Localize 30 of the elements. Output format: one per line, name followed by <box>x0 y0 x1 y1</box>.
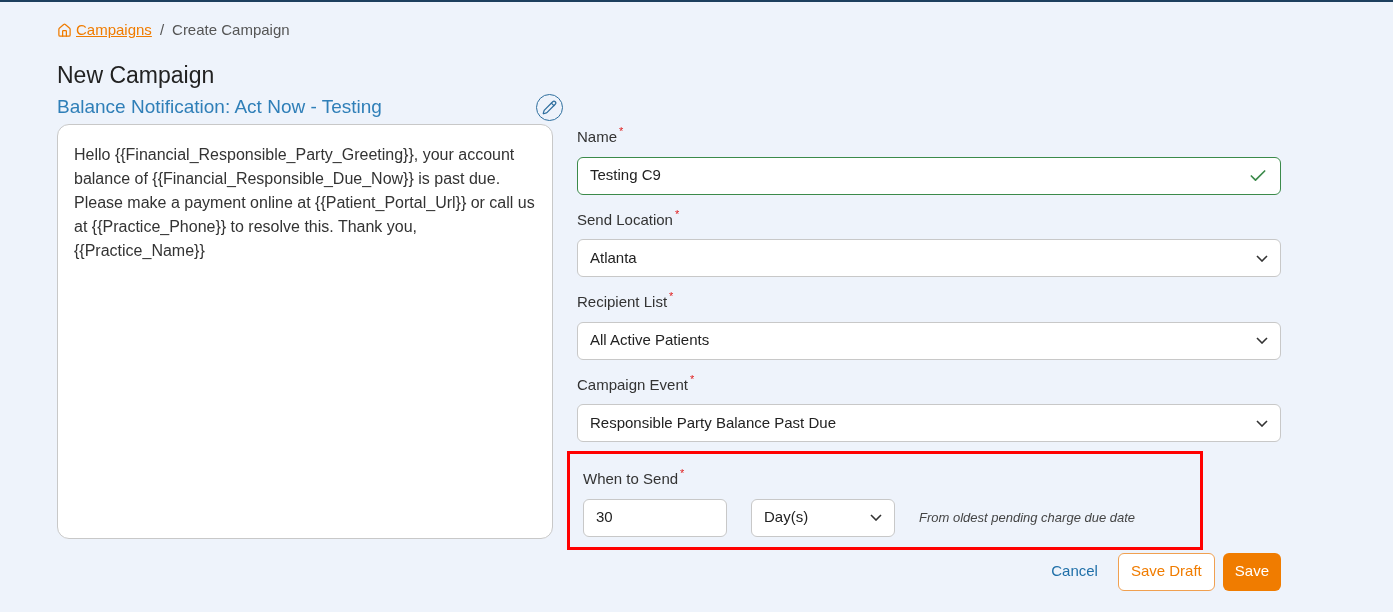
field-label: Name <box>577 127 617 147</box>
breadcrumb-current: Create Campaign <box>172 19 290 40</box>
number-field[interactable]: 30 <box>583 498 727 537</box>
field-label: When to Send <box>583 469 679 489</box>
select-field[interactable]: Day(s) <box>751 498 895 537</box>
field-label: Recipient List <box>577 292 668 312</box>
cancel-link[interactable]: Cancel <box>1039 552 1110 591</box>
required-mark: * <box>680 468 685 479</box>
pencil-icon <box>542 99 557 115</box>
chevron-down-icon <box>1256 337 1268 344</box>
home-icon <box>57 22 72 38</box>
breadcrumb-separator: / <box>159 19 165 40</box>
hint-text: From oldest pending charge due date <box>919 508 1136 527</box>
select-field[interactable]: Atlanta <box>577 239 1281 277</box>
required-mark: * <box>619 126 624 137</box>
field-label: Send Location <box>577 209 673 230</box>
campaign-name: Balance Notification: Act Now - Testing <box>57 94 382 119</box>
select-field[interactable]: All Active Patients <box>577 321 1281 360</box>
message-text: Hello {{Financial_Responsible_Party_Greeting}}, your account balance of {{Financial_Responsible_Due_Now}} is past due. Please make a payment online at {{Patient_Portal_Url}} or call us at {{Practice_Phone}} to resolve this. Thank you, {{Practice_Name}} <box>74 145 536 261</box>
select-field[interactable]: Responsible Party Balance Past Due <box>577 404 1281 442</box>
text-field[interactable]: Testing C9 <box>577 156 1281 195</box>
required-mark: * <box>689 373 695 385</box>
message-editor[interactable] <box>57 124 553 539</box>
chevron-down-icon <box>1256 254 1268 262</box>
chevron-down-icon <box>1256 419 1268 427</box>
chevron-down-icon <box>870 514 882 521</box>
required-mark: * <box>669 291 674 302</box>
field-label: Campaign Event <box>577 374 688 395</box>
required-mark: * <box>674 208 680 220</box>
page-title: New Campaign <box>57 61 216 90</box>
